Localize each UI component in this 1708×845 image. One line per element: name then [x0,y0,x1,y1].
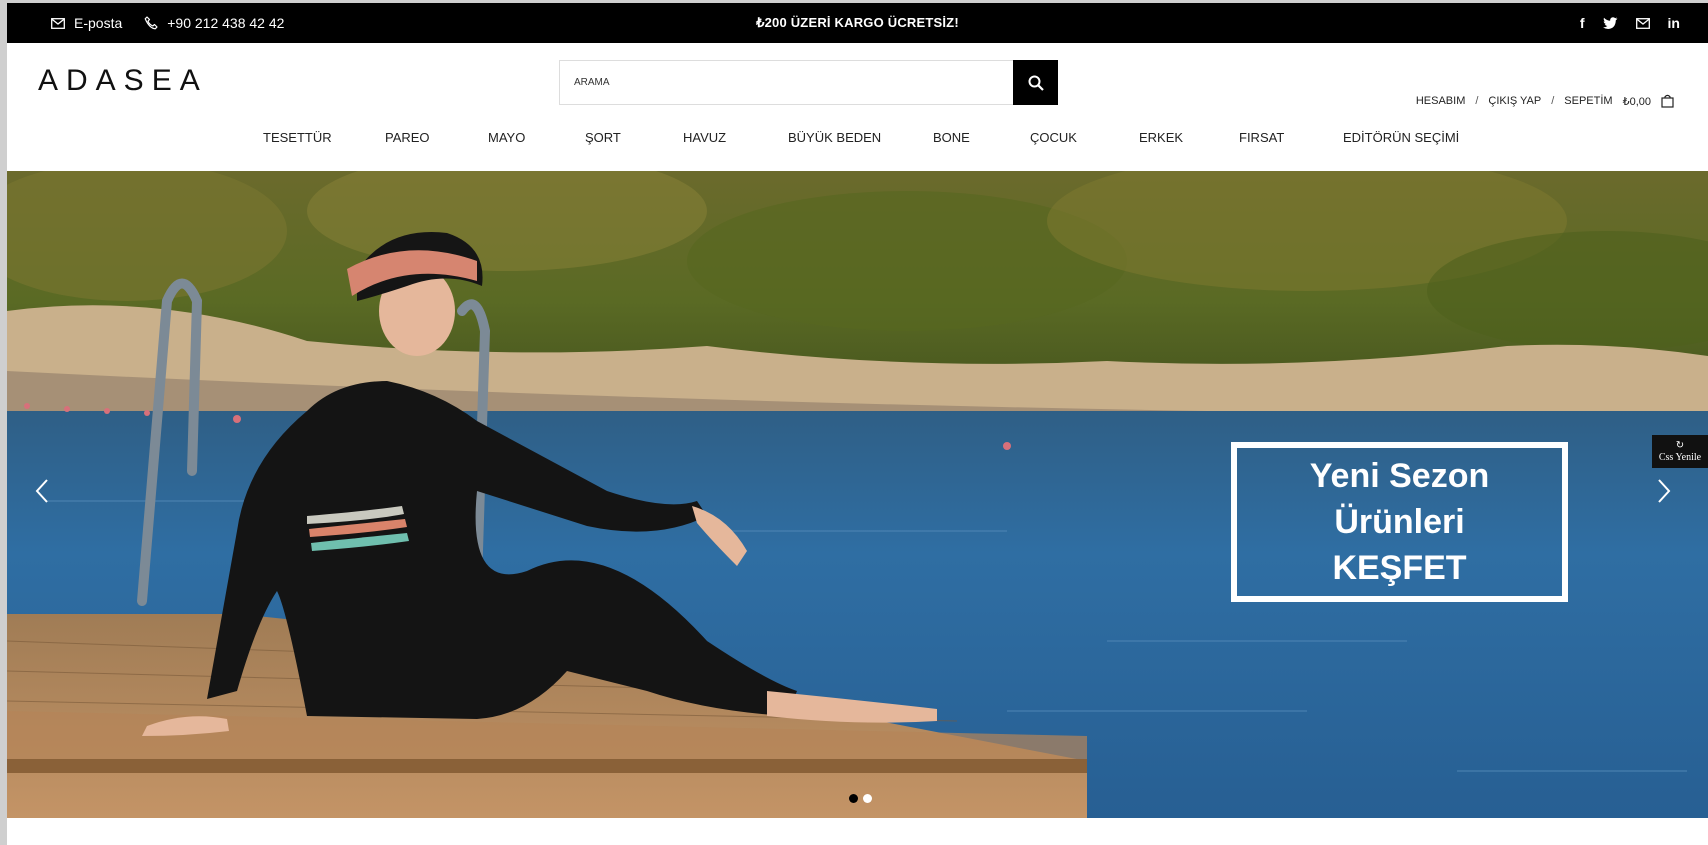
nav-item-pareo[interactable]: PAREO [385,130,430,145]
page: E-posta +90 212 438 42 42 ₺200 ÜZERİ KAR… [7,3,1708,845]
promo-line-1: Yeni Sezon [1309,457,1490,495]
nav-item-tesettur[interactable]: TESETTÜR [263,130,332,145]
nav-item-firsat[interactable]: FIRSAT [1239,130,1284,145]
top-bar: E-posta +90 212 438 42 42 ₺200 ÜZERİ KAR… [7,3,1708,43]
mail-icon [51,17,65,29]
envelope-icon[interactable] [1635,17,1650,29]
nav-item-buyuk-beden[interactable]: BÜYÜK BEDEN [788,130,881,145]
logout-link[interactable]: ÇIKIŞ YAP [1488,95,1541,107]
cart-link[interactable]: SEPETİM [1564,95,1612,107]
nav-item-erkek[interactable]: ERKEK [1139,130,1183,145]
my-account-link[interactable]: HESABIM [1416,95,1466,107]
promo-line-2: Ürünleri [1334,503,1465,541]
email-label: E-posta [74,15,123,31]
search-button[interactable] [1013,60,1058,105]
slide-dot-active[interactable] [849,794,858,803]
css-refresh-button[interactable]: ↻ Css Yenile [1652,435,1708,468]
linkedin-icon[interactable]: in [1668,15,1680,31]
css-refresh-label: Css Yenile [1658,451,1702,463]
social-links: f in [1580,3,1680,43]
facebook-icon[interactable]: f [1580,15,1585,31]
cart-total[interactable]: ₺0,00 [1623,95,1651,108]
search-input[interactable] [560,61,1013,104]
phone-link[interactable]: +90 212 438 42 42 [144,15,284,31]
main-nav: TESETTÜR PAREO MAYO ŞORT HAVUZ BÜYÜK BED… [7,130,1708,150]
twitter-icon[interactable] [1602,16,1618,30]
separator: / [1551,95,1555,107]
phone-label: +90 212 438 42 42 [167,15,285,31]
new-season-promo[interactable]: Yeni Sezon Ürünleri KEŞFET [1231,442,1568,602]
nav-item-editorun-secimi[interactable]: EDİTÖRÜN SEÇİMİ [1343,130,1459,145]
search-icon [1028,75,1044,91]
hero-slider: Yeni Sezon Ürünleri KEŞFET [7,171,1708,818]
email-link[interactable]: E-posta [51,15,122,31]
phone-icon [144,16,158,30]
refresh-icon: ↻ [1675,439,1685,451]
contact-info: E-posta +90 212 438 42 42 [51,3,284,43]
nav-item-mayo[interactable]: MAYO [488,130,525,145]
site-logo[interactable]: ADASEA [38,64,208,98]
nav-item-cocuk[interactable]: ÇOCUK [1030,130,1077,145]
nav-item-sort[interactable]: ŞORT [585,130,621,145]
next-slide-button[interactable] [1657,478,1687,518]
account-links: HESABIM / ÇIKIŞ YAP / SEPETİM ₺0,00 [1416,94,1674,108]
slider-dots [849,794,872,803]
chevron-right-icon [1658,479,1671,503]
shopping-bag-icon[interactable] [1661,94,1674,108]
search-bar [559,60,1058,105]
prev-slide-button[interactable] [35,478,65,518]
chevron-left-icon [35,479,48,503]
promo-line-3: KEŞFET [1332,549,1467,587]
nav-item-bone[interactable]: BONE [933,130,970,145]
nav-item-havuz[interactable]: HAVUZ [683,130,726,145]
separator: / [1475,95,1479,107]
slide-dot[interactable] [863,794,872,803]
